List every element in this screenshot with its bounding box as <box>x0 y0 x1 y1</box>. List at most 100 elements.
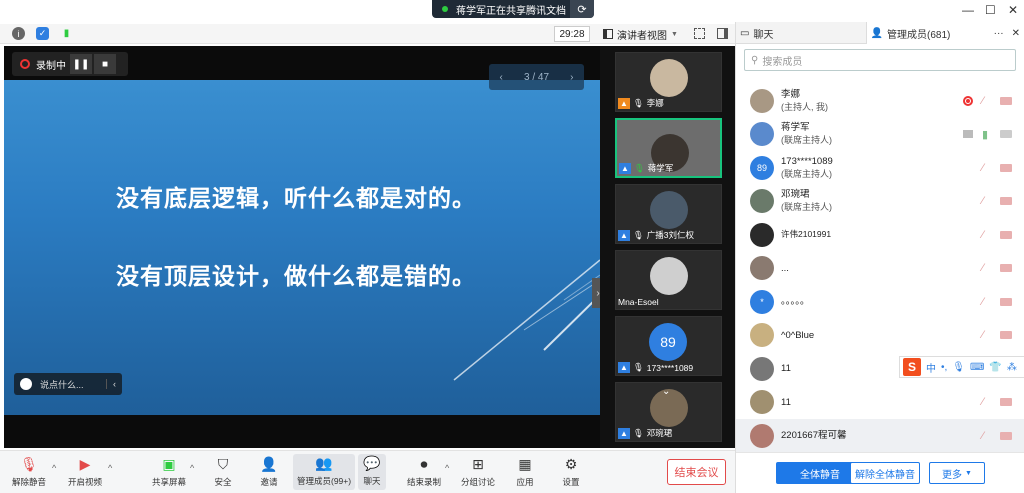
invite-button[interactable]: 👤 邀请 <box>259 455 279 488</box>
screen-share-icon <box>963 130 973 139</box>
list-item[interactable]: 许伟2101991 ⁄ <box>736 218 1024 252</box>
input-method-toolbar[interactable]: S 中 •, 🎙 ⌨ 👕 ⁂ <box>899 356 1024 378</box>
stop-recording-button[interactable]: ■ <box>94 54 116 74</box>
list-item[interactable]: ... ⁄ <box>736 252 1024 286</box>
avatar <box>750 356 774 381</box>
video-thumb[interactable]: ▲ 🎙 广播3刘仁权 <box>615 184 722 244</box>
apps-button[interactable]: ▦ 应用 <box>515 455 535 488</box>
unmute-button[interactable]: 🎙 解除静音 <box>12 455 46 488</box>
list-item[interactable]: ^0^Blue ⁄ <box>736 319 1024 353</box>
manage-members-button[interactable]: 👥 管理成员(99+) <box>293 454 356 490</box>
list-item[interactable]: 李娜 (主持人, 我) ⁄ <box>736 84 1024 118</box>
video-off-icon[interactable] <box>1000 398 1012 407</box>
user-badge-icon: ▲ <box>618 427 630 439</box>
right-side-panel: ▭ 聊天 👤 管理成员(681) ··· ✕ ⚲ 搜索成员 李娜 (主持人, 我)… <box>735 22 1024 493</box>
title-bar: 蒋学军正在共享腾讯文档 ⟳ — ☐ ✕ <box>0 0 1024 22</box>
meeting-bottom-toolbar: 🎙 解除静音 ^ ▶ 开启视频 ^ ▣ 共享屏幕 ^ ⛉ 安全 👤 邀请 👥 管… <box>0 450 735 493</box>
side-panel-icon[interactable] <box>717 28 728 39</box>
video-off-icon[interactable] <box>1000 197 1012 206</box>
video-off-icon[interactable] <box>1000 96 1012 105</box>
video-off-icon[interactable] <box>1000 230 1012 239</box>
close-icon[interactable]: ✕ <box>1008 28 1024 39</box>
start-video-button[interactable]: ▶ 开启视频 <box>68 455 102 488</box>
video-off-icon[interactable] <box>1000 297 1012 306</box>
comment-input-bar[interactable]: 说点什么... ‹ <box>14 373 122 395</box>
list-item[interactable]: 蒋学军 (联席主持人) ▮ <box>736 118 1024 152</box>
mic-muted-icon[interactable]: ⁄ <box>982 229 984 241</box>
mic-muted-icon[interactable]: ⁄ <box>982 195 984 207</box>
video-off-icon[interactable] <box>1000 431 1012 440</box>
video-off-icon[interactable] <box>1000 163 1012 172</box>
mic-muted-icon[interactable]: ⁄ <box>982 396 984 408</box>
thumb-name: 李娜 <box>646 98 664 108</box>
breakout-button[interactable]: ⊞ 分组讨论 <box>461 455 495 488</box>
participant-face <box>650 59 688 97</box>
list-item[interactable]: 11 ⁄ <box>736 386 1024 420</box>
participant-face <box>650 257 688 295</box>
list-item[interactable]: * 。。。。。 ⁄ <box>736 285 1024 319</box>
maximize-button[interactable]: ☐ <box>985 3 996 17</box>
avatar <box>750 222 774 247</box>
list-item[interactable]: 2201667程可馨 ⁄ <box>736 419 1024 453</box>
fullscreen-icon[interactable] <box>694 28 705 39</box>
tab-members[interactable]: 👤 管理成员(681) ··· ✕ <box>865 22 1024 44</box>
video-thumb-active[interactable]: ▲ 🎙 蒋学军 <box>615 118 722 178</box>
ime-mode-label: 中 <box>926 363 936 375</box>
chevron-up-icon[interactable]: ^ <box>52 463 56 473</box>
meeting-timer: 29:28 <box>554 26 590 42</box>
video-off-icon[interactable] <box>1000 264 1012 273</box>
emoji-icon[interactable] <box>20 378 32 390</box>
next-page-icon[interactable]: › <box>570 72 573 83</box>
video-thumb[interactable]: 89 ▲ 🎙 173****1089 <box>615 316 722 376</box>
start-video-label: 开启视频 <box>68 477 103 487</box>
info-icon[interactable]: i <box>12 27 25 40</box>
more-button[interactable]: 更多 ▼ <box>929 462 985 484</box>
more-icon[interactable]: ··· <box>994 28 1004 39</box>
view-mode-select[interactable]: 演讲者视图 ▼ <box>603 26 683 42</box>
security-button[interactable]: ⛉ 安全 <box>213 455 233 488</box>
mic-muted-icon: 🎙 <box>20 455 38 472</box>
breakout-label: 分组讨论 <box>461 477 496 487</box>
participant-face <box>650 191 688 229</box>
video-off-icon[interactable] <box>1000 331 1012 340</box>
avatar: 89 <box>750 155 774 180</box>
mic-muted-icon[interactable]: ⁄ <box>982 430 984 442</box>
mic-muted-icon[interactable]: ⁄ <box>982 262 984 274</box>
video-thumb[interactable]: ▲ 🎙 李娜 <box>615 52 722 112</box>
mic-icon[interactable]: ▮ <box>982 128 988 141</box>
scroll-down-icon[interactable]: ⌄ <box>662 386 670 397</box>
unmute-all-button[interactable]: 解除全体静音 <box>850 462 920 484</box>
end-recording-button[interactable]: ⏺ 结束录制 <box>407 455 441 488</box>
list-item[interactable]: 邓琬珺 (联席主持人) ⁄ <box>736 185 1024 219</box>
share-screen-button[interactable]: ▣ 共享屏幕 <box>152 455 186 488</box>
settings-button[interactable]: ⚙ 设置 <box>561 455 581 488</box>
chevron-up-icon[interactable]: ^ <box>190 463 194 473</box>
thumb-name: Mna-Esoel <box>618 297 659 307</box>
refresh-icon[interactable]: ⟳ <box>570 0 594 18</box>
mic-muted-icon[interactable]: ⁄ <box>982 329 984 341</box>
video-icon[interactable] <box>1000 130 1012 139</box>
close-window-button[interactable]: ✕ <box>1008 3 1018 17</box>
shield-icon[interactable]: ✓ <box>36 27 49 40</box>
end-meeting-button[interactable]: 结束会议 <box>667 459 726 485</box>
list-item[interactable]: 89 173****1089 (联席主持人) ⁄ <box>736 151 1024 185</box>
settings-label: 设置 <box>562 477 580 487</box>
pause-recording-button[interactable]: ❚❚ <box>70 54 92 74</box>
prev-page-icon[interactable]: ‹ <box>500 72 503 83</box>
tab-chat[interactable]: ▭ 聊天 <box>736 22 866 44</box>
mic-muted-icon[interactable]: ⁄ <box>982 162 984 174</box>
user-badge-icon: ▲ <box>619 162 631 174</box>
video-thumb[interactable]: Mna-Esoel <box>615 250 722 310</box>
chevron-up-icon[interactable]: ^ <box>108 463 112 473</box>
share-screen-icon: ▣ <box>162 455 176 472</box>
collapse-left-icon[interactable]: ‹ <box>106 379 122 389</box>
share-status-dot <box>442 6 448 12</box>
chat-button[interactable]: 💬 聊天 <box>358 454 386 490</box>
minimize-button[interactable]: — <box>962 3 974 17</box>
mic-muted-icon[interactable]: ⁄ <box>982 95 984 107</box>
member-name: 邓琬珺 <box>781 189 810 201</box>
member-search-input[interactable]: ⚲ 搜索成员 <box>744 49 1016 71</box>
mic-muted-icon[interactable]: ⁄ <box>982 296 984 308</box>
signal-icon[interactable]: ▮ <box>60 27 73 40</box>
chevron-up-icon[interactable]: ^ <box>445 463 449 473</box>
